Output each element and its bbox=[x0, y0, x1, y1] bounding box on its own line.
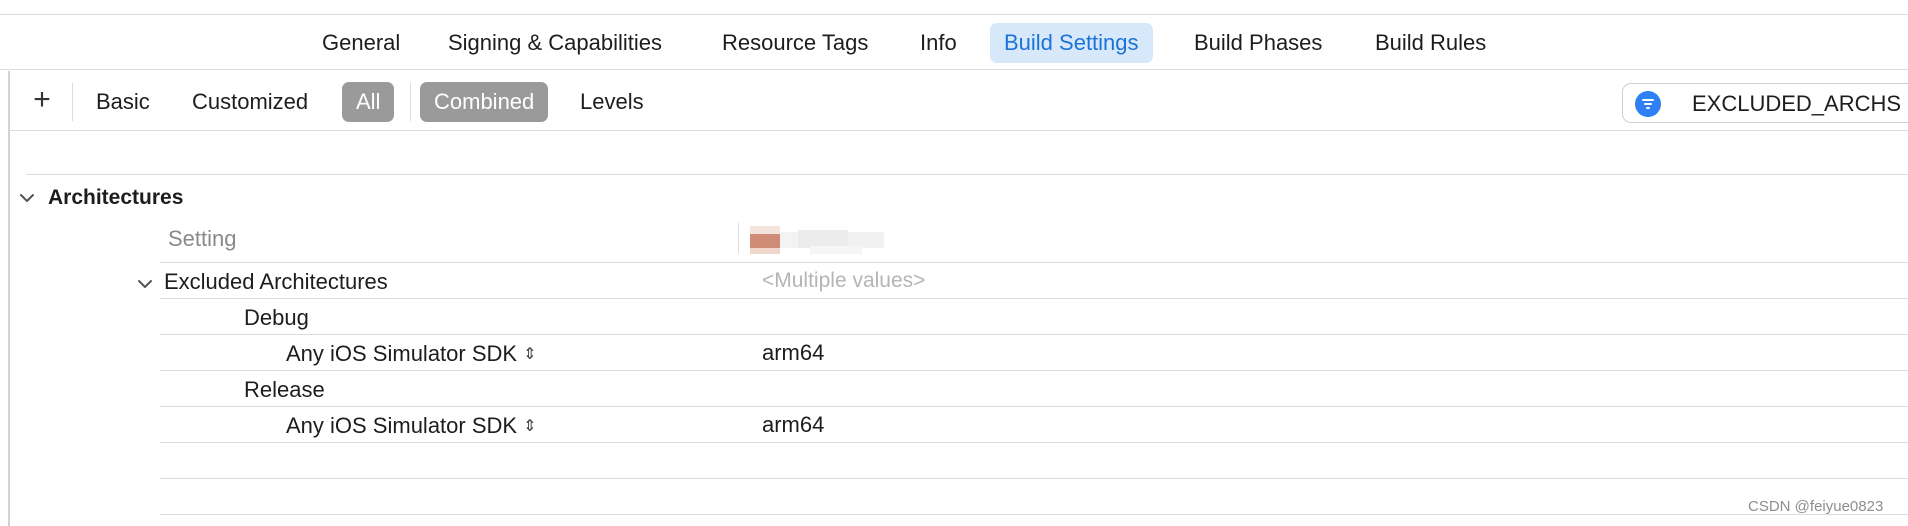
row-divider bbox=[160, 478, 1908, 479]
watermark-text: CSDN @feiyue0823 bbox=[1748, 498, 1884, 515]
row-divider bbox=[160, 514, 1908, 515]
column-separator bbox=[738, 223, 739, 253]
row-divider bbox=[160, 442, 1908, 443]
chevron-down-icon[interactable] bbox=[18, 189, 36, 207]
filter-divider bbox=[410, 83, 411, 121]
filter-divider bbox=[72, 83, 73, 121]
search-field[interactable]: EXCLUDED_ARCHS bbox=[1622, 83, 1908, 123]
tab-resource-tags[interactable]: Resource Tags bbox=[708, 23, 882, 63]
scope-customized-button[interactable]: Customized bbox=[178, 82, 322, 122]
row-divider bbox=[160, 370, 1908, 371]
editor-left-border bbox=[8, 71, 10, 526]
row-divider bbox=[160, 298, 1908, 299]
config-debug-label: Debug bbox=[244, 305, 309, 330]
tab-general[interactable]: General bbox=[308, 23, 414, 63]
section-divider bbox=[26, 174, 1908, 175]
scope-basic-button[interactable]: Basic bbox=[82, 82, 164, 122]
section-title: Architectures bbox=[48, 186, 184, 209]
tab-build-rules[interactable]: Build Rules bbox=[1361, 23, 1500, 63]
search-input[interactable]: EXCLUDED_ARCHS bbox=[1692, 84, 1901, 124]
row-divider bbox=[160, 262, 1908, 263]
setting-value-arm64[interactable]: arm64 bbox=[762, 410, 824, 440]
view-levels-button[interactable]: Levels bbox=[566, 82, 658, 122]
sdk-condition-text: Any iOS Simulator SDK bbox=[286, 341, 518, 366]
setting-column-header: Setting bbox=[168, 226, 237, 251]
sdk-condition-text: Any iOS Simulator SDK bbox=[286, 413, 518, 438]
chevron-down-icon[interactable] bbox=[136, 275, 154, 293]
view-combined-button[interactable]: Combined bbox=[420, 82, 549, 122]
settings-filter-bar: + Basic Customized All Combined Levels E… bbox=[10, 71, 1908, 131]
tab-info[interactable]: Info bbox=[906, 23, 971, 63]
row-divider bbox=[160, 334, 1908, 335]
row-divider bbox=[160, 406, 1908, 407]
setting-value-multiple[interactable]: <Multiple values> bbox=[762, 266, 925, 296]
tab-build-phases[interactable]: Build Phases bbox=[1180, 23, 1336, 63]
setting-name-excluded-architectures[interactable]: Excluded Architectures bbox=[164, 267, 388, 297]
target-column-header-redacted bbox=[748, 224, 918, 256]
filter-icon[interactable] bbox=[1635, 91, 1661, 117]
scope-all-button[interactable]: All bbox=[342, 82, 395, 122]
tab-build-settings[interactable]: Build Settings bbox=[990, 23, 1153, 63]
config-release-label: Release bbox=[244, 377, 325, 402]
up-down-arrows-icon[interactable]: ⇕ bbox=[523, 340, 536, 370]
tab-signing-capabilities[interactable]: Signing & Capabilities bbox=[434, 23, 676, 63]
setting-value-arm64[interactable]: arm64 bbox=[762, 338, 824, 368]
sdk-condition-label[interactable]: Any iOS Simulator SDK ⇕ bbox=[286, 411, 536, 442]
up-down-arrows-icon[interactable]: ⇕ bbox=[523, 412, 536, 442]
plus-icon[interactable]: + bbox=[26, 83, 58, 119]
sdk-condition-label[interactable]: Any iOS Simulator SDK ⇕ bbox=[286, 339, 536, 370]
build-settings-editor: General Signing & Capabilities Resource … bbox=[0, 0, 1908, 526]
editor-tab-bar: General Signing & Capabilities Resource … bbox=[0, 15, 1908, 70]
